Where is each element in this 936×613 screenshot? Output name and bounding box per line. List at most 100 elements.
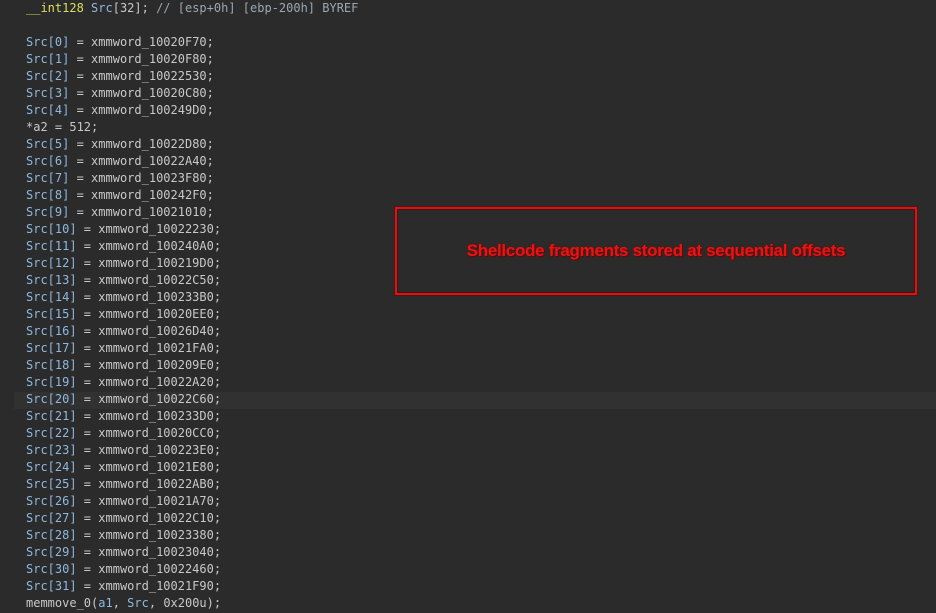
src-index[interactable]: Src[24]	[26, 460, 77, 474]
xmmword-global[interactable]: xmmword_100233D0;	[98, 409, 221, 423]
xmmword-global[interactable]: xmmword_10022A40;	[91, 154, 214, 168]
src-index[interactable]: Src[19]	[26, 375, 77, 389]
xmmword-global[interactable]: xmmword_10026D40;	[98, 324, 221, 338]
xmmword-global[interactable]: xmmword_10020EE0;	[98, 307, 221, 321]
src-index[interactable]: Src[3]	[26, 86, 69, 100]
src-index[interactable]: Src[27]	[26, 511, 77, 525]
xmmword-global[interactable]: xmmword_10021A70;	[98, 494, 221, 508]
src-index[interactable]: Src[5]	[26, 137, 69, 151]
src-index[interactable]: Src[10]	[26, 222, 77, 236]
xmmword-global[interactable]: xmmword_100240A0;	[98, 239, 221, 253]
src-index[interactable]: Src[0]	[26, 35, 69, 49]
assignment-line[interactable]: Src[14] = xmmword_100233B0;	[26, 289, 221, 306]
assignment-line[interactable]: Src[15] = xmmword_10020EE0;	[26, 306, 221, 323]
xmmword-global[interactable]: xmmword_10021F90;	[98, 579, 221, 593]
xmmword-global[interactable]: xmmword_100233B0;	[98, 290, 221, 304]
assignment-line[interactable]: Src[30] = xmmword_10022460;	[26, 561, 221, 578]
src-index[interactable]: Src[25]	[26, 477, 77, 491]
xmmword-global[interactable]: xmmword_10020C80;	[91, 86, 214, 100]
arg-sep[interactable]: ,	[149, 596, 163, 610]
memmove-func[interactable]: memmove_0	[26, 596, 91, 610]
xmmword-global[interactable]: xmmword_10022C10;	[98, 511, 221, 525]
assignment-line[interactable]: Src[11] = xmmword_100240A0;	[26, 238, 221, 255]
arg-src[interactable]: Src	[127, 596, 149, 610]
xmmword-global[interactable]: xmmword_100249D0;	[91, 103, 214, 117]
xmmword-global[interactable]: xmmword_10022AB0;	[98, 477, 221, 491]
src-index[interactable]: Src[17]	[26, 341, 77, 355]
xmmword-global[interactable]: xmmword_10022C60;	[98, 392, 221, 406]
src-index[interactable]: Src[29]	[26, 545, 77, 559]
src-index[interactable]: Src[4]	[26, 103, 69, 117]
src-index[interactable]: Src[16]	[26, 324, 77, 338]
arg-size[interactable]: 0x200u	[163, 596, 206, 610]
xmmword-global[interactable]: xmmword_100242F0;	[91, 188, 214, 202]
src-index[interactable]: Src[6]	[26, 154, 69, 168]
src-index[interactable]: Src[31]	[26, 579, 77, 593]
xmmword-global[interactable]: xmmword_10020F70;	[91, 35, 214, 49]
assignment-line[interactable]: Src[1] = xmmword_10020F80;	[26, 51, 214, 68]
src-index[interactable]: Src[1]	[26, 52, 69, 66]
xmmword-global[interactable]: xmmword_10022A20;	[98, 375, 221, 389]
xmmword-global[interactable]: xmmword_10023F80;	[91, 171, 214, 185]
src-index[interactable]: Src[23]	[26, 443, 77, 457]
code-area[interactable]: __int128 Src[32]; // [esp+0h] [ebp-200h]…	[26, 0, 926, 613]
assignment-line[interactable]: Src[28] = xmmword_10023380;	[26, 527, 221, 544]
assignment-line[interactable]: Src[22] = xmmword_10020CC0;	[26, 425, 221, 442]
xmmword-global[interactable]: xmmword_10023040;	[98, 545, 221, 559]
src-index[interactable]: Src[14]	[26, 290, 77, 304]
xmmword-global[interactable]: xmmword_10020F80;	[91, 52, 214, 66]
assignment-line[interactable]: Src[24] = xmmword_10021E80;	[26, 459, 221, 476]
arg-a1[interactable]: a1	[98, 596, 112, 610]
assignment-line[interactable]: Src[16] = xmmword_10026D40;	[26, 323, 221, 340]
xmmword-global[interactable]: xmmword_10020CC0;	[98, 426, 221, 440]
src-index[interactable]: Src[2]	[26, 69, 69, 83]
assignment-line[interactable]: Src[23] = xmmword_100223E0;	[26, 442, 221, 459]
src-index[interactable]: Src[8]	[26, 188, 69, 202]
arg-sep[interactable]: ,	[113, 596, 127, 610]
pseudocode-editor[interactable]: __int128 Src[32]; // [esp+0h] [ebp-200h]…	[0, 0, 936, 613]
assignment-line[interactable]: Src[21] = xmmword_100233D0;	[26, 408, 221, 425]
src-index[interactable]: Src[12]	[26, 256, 77, 270]
assignment-line[interactable]: Src[29] = xmmword_10023040;	[26, 544, 221, 561]
assignment-line[interactable]: Src[0] = xmmword_10020F70;	[26, 34, 214, 51]
src-index[interactable]: Src[9]	[26, 205, 69, 219]
array-dims[interactable]: [32];	[113, 1, 156, 15]
xmmword-global[interactable]: xmmword_100223E0;	[98, 443, 221, 457]
variable-src[interactable]: Src	[91, 1, 113, 15]
assignment-line[interactable]: Src[19] = xmmword_10022A20;	[26, 374, 221, 391]
assignment-line[interactable]: Src[3] = xmmword_10020C80;	[26, 85, 214, 102]
assignment-line[interactable]: Src[25] = xmmword_10022AB0;	[26, 476, 221, 493]
xmmword-global[interactable]: xmmword_10021010;	[91, 205, 214, 219]
assignment-line[interactable]: Src[8] = xmmword_100242F0;	[26, 187, 214, 204]
paren-close[interactable]: );	[207, 596, 221, 610]
xmmword-global[interactable]: xmmword_100219D0;	[98, 256, 221, 270]
xmmword-global[interactable]: xmmword_100209E0;	[98, 358, 221, 372]
src-index[interactable]: Src[15]	[26, 307, 77, 321]
xmmword-global[interactable]: xmmword_10022230;	[98, 222, 221, 236]
src-index[interactable]: Src[21]	[26, 409, 77, 423]
code-comment[interactable]: // [esp+0h] [ebp-200h] BYREF	[156, 1, 358, 15]
assignment-line[interactable]: Src[18] = xmmword_100209E0;	[26, 357, 221, 374]
type-keyword[interactable]: __int128	[26, 1, 84, 15]
src-index[interactable]: Src[7]	[26, 171, 69, 185]
src-index[interactable]: Src[11]	[26, 239, 77, 253]
a2-line[interactable]: *a2 = 512;	[26, 119, 98, 136]
assignment-line[interactable]: Src[9] = xmmword_10021010;	[26, 204, 214, 221]
assignment-line[interactable]: Src[5] = xmmword_10022D80;	[26, 136, 214, 153]
assignment-line[interactable]: Src[10] = xmmword_10022230;	[26, 221, 221, 238]
memmove-line[interactable]: memmove_0(a1, Src, 0x200u);	[26, 595, 221, 612]
src-index[interactable]: Src[18]	[26, 358, 77, 372]
src-index[interactable]: Src[26]	[26, 494, 77, 508]
assignment-line[interactable]: Src[2] = xmmword_10022530;	[26, 68, 214, 85]
assignment-line[interactable]: Src[4] = xmmword_100249D0;	[26, 102, 214, 119]
xmmword-global[interactable]: xmmword_10021E80;	[98, 460, 221, 474]
a2-assignment[interactable]: *a2 = 512;	[26, 120, 98, 134]
assignment-line[interactable]: Src[26] = xmmword_10021A70;	[26, 493, 221, 510]
src-index[interactable]: Src[13]	[26, 273, 77, 287]
assignment-line[interactable]: Src[6] = xmmword_10022A40;	[26, 153, 214, 170]
assignment-line[interactable]: Src[7] = xmmword_10023F80;	[26, 170, 214, 187]
declaration-line[interactable]: __int128 Src[32]; // [esp+0h] [ebp-200h]…	[26, 0, 358, 17]
src-index[interactable]: Src[30]	[26, 562, 77, 576]
xmmword-global[interactable]: xmmword_10022C50;	[98, 273, 221, 287]
assignment-line[interactable]: Src[12] = xmmword_100219D0;	[26, 255, 221, 272]
